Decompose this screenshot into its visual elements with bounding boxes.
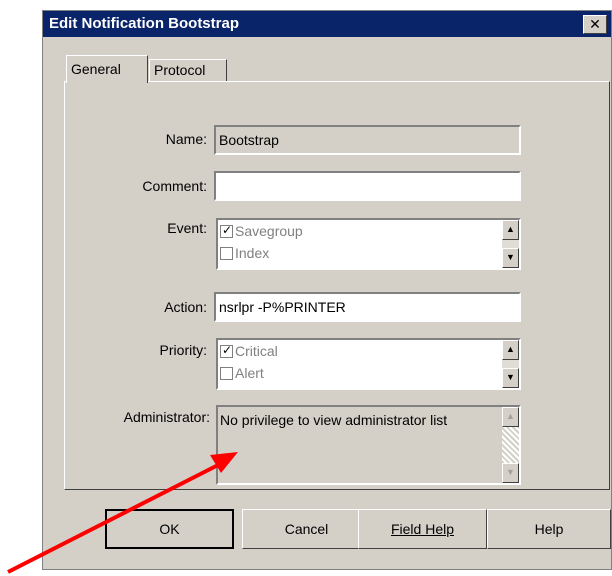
arrow-head — [210, 452, 238, 473]
tab-general[interactable]: General — [66, 55, 148, 83]
annotation-arrow — [7, 452, 238, 574]
arrow-shaft — [7, 460, 225, 574]
